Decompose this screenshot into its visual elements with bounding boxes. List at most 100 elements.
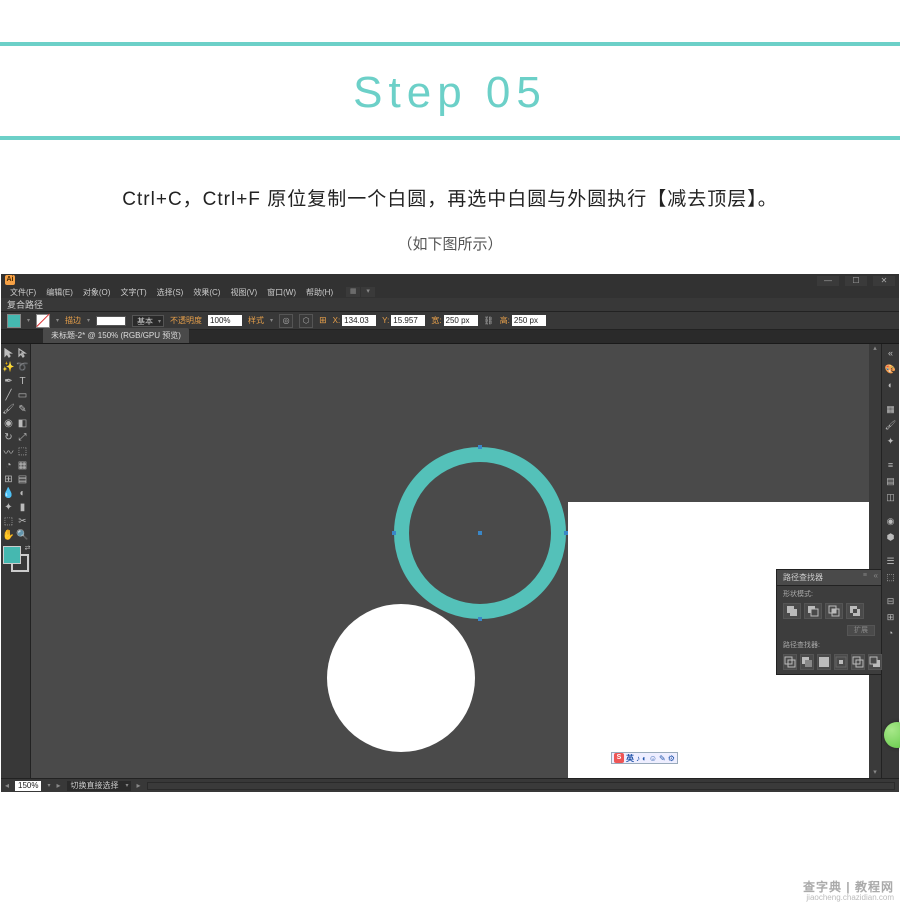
ime-icon-4[interactable]: ✎ <box>659 754 666 763</box>
expand-button[interactable]: 扩展 <box>847 625 875 636</box>
blob-brush-tool[interactable]: ◉ <box>2 416 16 430</box>
fill-stroke-indicator[interactable]: ⇄ <box>3 546 29 572</box>
crop-button[interactable] <box>834 654 848 670</box>
swap-fill-stroke-icon[interactable]: ⇄ <box>25 544 31 552</box>
symbols-panel-icon[interactable]: ✦ <box>884 434 898 448</box>
graphic-styles-panel-icon[interactable]: ⬢ <box>884 530 898 544</box>
minus-back-button[interactable] <box>868 654 882 670</box>
menu-help[interactable]: 帮助(H) <box>303 287 336 298</box>
ime-toolbar[interactable]: S 英 ♪ ◐ ☺ ✎ ⚙ <box>611 752 678 764</box>
free-transform-tool[interactable]: ⬚ <box>16 444 30 458</box>
perspective-tool[interactable]: ▦ <box>16 458 30 472</box>
workspace-btn-1[interactable]: ▦ <box>346 287 360 297</box>
status-nav-icon[interactable]: ▸ <box>137 781 141 790</box>
style-dd-icon[interactable]: ▾ <box>270 317 273 324</box>
pencil-tool[interactable]: ✎ <box>16 402 30 416</box>
ime-icon-3[interactable]: ☺ <box>649 754 657 763</box>
type-tool[interactable]: T <box>16 374 30 388</box>
pathfinder-panel-icon[interactable]: ◔ <box>884 626 898 640</box>
white-circle-shape[interactable] <box>327 604 475 752</box>
blend-tool[interactable]: ◐ <box>16 486 30 500</box>
unite-button[interactable] <box>783 603 801 619</box>
appearance-panel-icon[interactable]: ◉ <box>884 514 898 528</box>
mesh-tool[interactable]: ⊞ <box>2 472 16 486</box>
scroll-up-icon[interactable]: ▴ <box>869 344 881 354</box>
transform-panel-icon[interactable]: ⊞ <box>884 610 898 624</box>
layers-panel-icon[interactable]: ☰ <box>884 554 898 568</box>
gradient-tool[interactable]: ▤ <box>16 472 30 486</box>
anchor-point-left[interactable] <box>392 531 396 535</box>
gradient-panel-icon[interactable]: ▤ <box>884 474 898 488</box>
maximize-button[interactable]: ☐ <box>845 276 867 286</box>
anchor-point-right[interactable] <box>564 531 568 535</box>
fill-swatch[interactable] <box>7 314 21 328</box>
intersect-button[interactable] <box>825 603 843 619</box>
rotate-tool[interactable]: ↻ <box>2 430 16 444</box>
teal-ring-shape[interactable] <box>394 447 566 619</box>
swatches-panel-icon[interactable]: ▦ <box>884 402 898 416</box>
h-input[interactable]: 250 px <box>512 315 546 326</box>
divide-button[interactable] <box>783 654 797 670</box>
w-input[interactable]: 250 px <box>444 315 478 326</box>
slice-tool[interactable]: ✂ <box>16 514 30 528</box>
scale-tool[interactable]: ⤢ <box>16 430 30 444</box>
ime-icon-1[interactable]: ♪ <box>636 754 640 763</box>
panel-collapse-icon[interactable]: « <box>874 571 878 580</box>
transparency-panel-icon[interactable]: ◫ <box>884 490 898 504</box>
stroke-preview[interactable] <box>96 316 126 326</box>
stroke-dd-icon[interactable]: ▾ <box>56 317 59 324</box>
ime-icon-2[interactable]: ◐ <box>642 754 647 763</box>
minus-front-button[interactable] <box>804 603 822 619</box>
y-input[interactable]: 15.957 <box>391 315 425 326</box>
eyedropper-tool[interactable]: 💧 <box>2 486 16 500</box>
menu-select[interactable]: 选择(S) <box>154 287 187 298</box>
scroll-down-icon[interactable]: ▾ <box>869 768 881 778</box>
artboard-nav-prev-icon[interactable]: ◂ <box>5 781 9 790</box>
color-guide-panel-icon[interactable]: ◐ <box>884 378 898 392</box>
menu-edit[interactable]: 编辑(E) <box>43 287 76 298</box>
direct-selection-tool[interactable] <box>16 346 30 360</box>
brush-dd[interactable]: 基本 <box>132 315 164 327</box>
outline-button[interactable] <box>851 654 865 670</box>
menu-view[interactable]: 视图(V) <box>227 287 260 298</box>
stroke-panel-icon[interactable]: ≡ <box>884 458 898 472</box>
magic-wand-tool[interactable]: ✨ <box>2 360 16 374</box>
trim-button[interactable] <box>800 654 814 670</box>
eraser-tool[interactable]: ◧ <box>16 416 30 430</box>
align-btn[interactable]: ◎ <box>279 314 293 328</box>
pen-tool[interactable]: ✒ <box>2 374 16 388</box>
x-input[interactable]: 134.03 <box>342 315 376 326</box>
merge-button[interactable] <box>817 654 831 670</box>
zoom-tool[interactable]: 🔍 <box>16 528 30 542</box>
link-wh-icon[interactable]: ⛓ <box>484 316 494 325</box>
zoom-input[interactable]: 150% <box>15 781 41 791</box>
zoom-dd-icon[interactable]: ▾ <box>47 782 50 789</box>
center-point[interactable] <box>478 531 482 535</box>
menu-file[interactable]: 文件(F) <box>7 287 39 298</box>
horizontal-scrollbar[interactable] <box>147 782 895 790</box>
ime-logo-icon[interactable]: S <box>614 753 624 763</box>
pathfinder-panel[interactable]: 路径查找器 ≡ « 形状模式: 扩展 路径查找器: <box>776 569 882 675</box>
anchor-point-top[interactable] <box>478 445 482 449</box>
stroke-weight-dd-icon[interactable]: ▾ <box>87 317 90 324</box>
symbol-sprayer-tool[interactable]: ✦ <box>2 500 16 514</box>
artboard-nav-next-icon[interactable]: ▸ <box>57 781 61 790</box>
fill-indicator[interactable] <box>3 546 21 564</box>
recolor-btn[interactable]: ⬡ <box>299 314 313 328</box>
width-tool[interactable]: 〰 <box>2 444 16 458</box>
color-panel-icon[interactable]: 🎨 <box>884 362 898 376</box>
line-tool[interactable]: ╱ <box>2 388 16 402</box>
artboard-tool[interactable]: ⬚ <box>2 514 16 528</box>
shape-builder-tool[interactable]: ◔ <box>2 458 16 472</box>
panel-menu-icon[interactable]: ≡ <box>863 572 867 579</box>
menu-type[interactable]: 文字(T) <box>117 287 149 298</box>
align-panel-icon[interactable]: ⊟ <box>884 594 898 608</box>
close-window-button[interactable]: ✕ <box>873 276 895 286</box>
fill-dd-icon[interactable]: ▾ <box>27 317 30 324</box>
doc-tab[interactable]: 未标题-2* @ 150% (RGB/GPU 预览) <box>43 328 189 343</box>
selection-tool[interactable] <box>2 346 16 360</box>
dock-expand-icon[interactable]: « <box>884 346 898 360</box>
minimize-button[interactable]: — <box>817 276 839 286</box>
artboards-panel-icon[interactable]: ⬚ <box>884 570 898 584</box>
canvas[interactable]: S 英 ♪ ◐ ☺ ✎ ⚙ <box>31 344 881 778</box>
